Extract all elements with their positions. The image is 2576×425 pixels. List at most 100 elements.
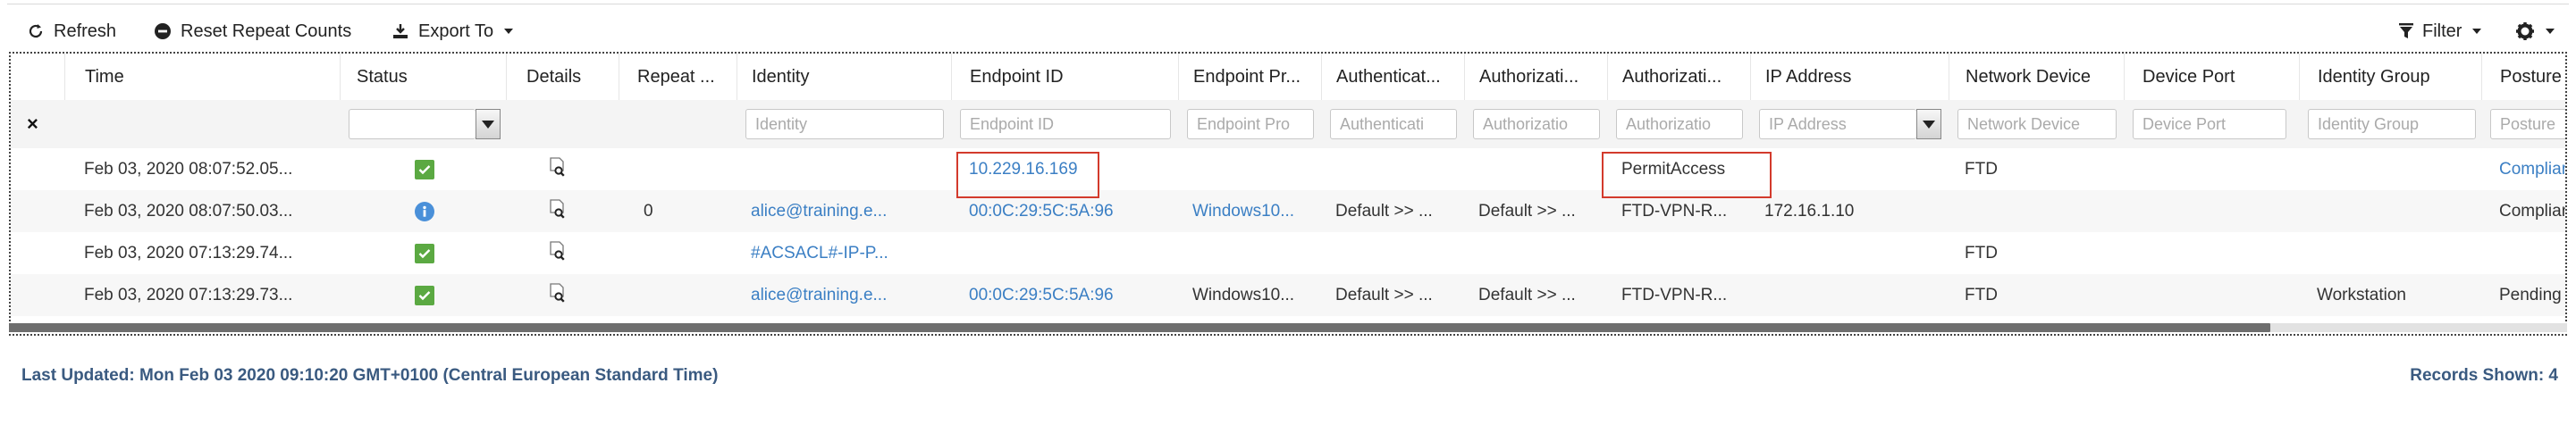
column-header-authentication[interactable]: Authenticat... xyxy=(1321,54,1464,100)
export-to-label: Export To xyxy=(418,21,494,41)
authz-policy-cell xyxy=(1464,148,1607,190)
reset-repeat-counts-button[interactable]: Reset Repeat Counts xyxy=(154,20,351,43)
settings-button[interactable] xyxy=(2515,20,2555,43)
check-icon xyxy=(415,159,434,179)
authz-policy-filter-input[interactable]: Authorizatio xyxy=(1473,109,1600,139)
device-port-filter-input[interactable]: Device Port xyxy=(2133,109,2286,139)
network-device-cell: FTD xyxy=(1965,285,1998,304)
authz-profile-filter-input[interactable]: Authorizatio xyxy=(1616,109,1743,139)
column-header-authz-profile[interactable]: Authorizati... xyxy=(1607,54,1750,100)
horizontal-scrollbar[interactable] xyxy=(9,323,2270,332)
authz-profile-cell: FTD-VPN-R... xyxy=(1621,285,1728,304)
authentication-cell xyxy=(1321,232,1464,274)
endpoint-id-cell[interactable]: 00:0C:29:5C:5A:96 xyxy=(951,274,1178,316)
filter-button[interactable]: Filter xyxy=(2399,20,2482,43)
table-header: Time Status Details Repeat ... Identity … xyxy=(11,54,2565,101)
column-header-posture[interactable]: Posture S xyxy=(2481,54,2565,100)
endpoint-id-filter-input[interactable]: Endpoint ID xyxy=(960,109,1171,139)
status-cell xyxy=(340,148,506,190)
ip-address-filter: IP Address xyxy=(1750,100,1949,148)
identity-cell[interactable] xyxy=(737,148,951,190)
export-to-button[interactable]: Export To xyxy=(391,20,514,43)
ip-address-filter-input[interactable]: IP Address xyxy=(1759,109,1916,139)
posture-filter-input[interactable]: Posture xyxy=(2490,109,2565,139)
device-port-cell xyxy=(2124,274,2299,316)
column-header-repeat[interactable]: Repeat ... xyxy=(619,54,737,100)
details-icon[interactable] xyxy=(549,282,567,308)
identity-group-cell: Workstation xyxy=(2317,285,2406,304)
toolbar: Refresh Reset Repeat Counts Export To Fi… xyxy=(0,0,2576,54)
endpoint-profile-filter-input[interactable]: Endpoint Pro xyxy=(1187,109,1314,139)
network-device-cell: FTD xyxy=(1965,159,1998,179)
identity-cell[interactable]: alice@training.e... xyxy=(737,274,951,316)
minus-circle-icon xyxy=(154,22,172,40)
column-header-time[interactable]: Time xyxy=(64,54,340,100)
details-cell xyxy=(506,190,619,232)
export-icon xyxy=(391,22,409,40)
table-row[interactable]: Feb 03, 2020 07:13:29.74... #ACSACL#-IP-… xyxy=(11,232,2565,274)
repeat-cell: 0 xyxy=(644,201,653,221)
ip-address-cell xyxy=(1750,148,1949,190)
ip-address-filter-dropdown[interactable] xyxy=(1916,109,1941,139)
posture-cell[interactable]: Complian xyxy=(2481,148,2565,190)
status-filter-dropdown[interactable] xyxy=(476,109,501,139)
table-row[interactable]: Feb 03, 2020 08:07:52.05... 10.229.16.16… xyxy=(11,148,2565,190)
last-updated-text: Last Updated: Mon Feb 03 2020 09:10:20 G… xyxy=(21,366,719,385)
posture-cell: Complian xyxy=(2499,201,2567,221)
time-cell: Feb 03, 2020 08:07:50.03... xyxy=(84,201,293,221)
identity-cell[interactable]: #ACSACL#-IP-P... xyxy=(737,232,951,274)
details-icon[interactable] xyxy=(549,198,567,224)
column-header-endpoint-id[interactable]: Endpoint ID xyxy=(951,54,1178,100)
endpoint-profile-cell[interactable] xyxy=(1178,232,1321,274)
identity-group-filter-input[interactable]: Identity Group xyxy=(2308,109,2476,139)
identity-group-cell xyxy=(2299,148,2481,190)
details-cell xyxy=(506,148,619,190)
clear-filters-button[interactable]: × xyxy=(11,100,64,148)
table-row[interactable]: Feb 03, 2020 07:13:29.73... alice@traini… xyxy=(11,274,2565,316)
identity-cell[interactable]: alice@training.e... xyxy=(737,190,951,232)
authz-profile-cell xyxy=(1607,232,1750,274)
column-header-status[interactable]: Status xyxy=(340,54,506,100)
status-cell xyxy=(340,232,506,274)
scrollbar-track xyxy=(2270,323,2567,332)
authz-policy-cell: Default >> ... xyxy=(1478,201,1576,221)
check-icon xyxy=(415,285,434,305)
posture-cell xyxy=(2481,232,2565,274)
refresh-label: Refresh xyxy=(54,21,117,41)
table-row[interactable]: Feb 03, 2020 08:07:50.03... 0 alice@trai… xyxy=(11,190,2567,232)
posture-cell: Pending xyxy=(2499,285,2562,304)
ip-address-cell xyxy=(1750,232,1949,274)
identity-filter-input[interactable]: Identity xyxy=(745,109,944,139)
endpoint-profile-cell[interactable] xyxy=(1178,148,1321,190)
live-logs-table: Time Status Details Repeat ... Identity … xyxy=(9,52,2567,336)
status-cell xyxy=(340,190,506,232)
column-header-endpoint-profile[interactable]: Endpoint Pr... xyxy=(1178,54,1321,100)
time-cell: Feb 03, 2020 08:07:52.05... xyxy=(84,159,293,179)
endpoint-id-cell[interactable] xyxy=(951,232,1178,274)
time-cell: Feb 03, 2020 07:13:29.74... xyxy=(84,243,293,262)
repeat-cell xyxy=(619,148,737,190)
refresh-button[interactable]: Refresh xyxy=(27,20,116,43)
details-icon[interactable] xyxy=(549,240,567,266)
column-header-authz-policy[interactable]: Authorizati... xyxy=(1464,54,1607,100)
reset-repeat-counts-label: Reset Repeat Counts xyxy=(181,21,352,41)
column-header-identity-group[interactable]: Identity Group xyxy=(2299,54,2481,100)
details-cell xyxy=(506,232,619,274)
chevron-down-icon xyxy=(2546,29,2555,34)
endpoint-profile-cell[interactable]: Windows10... xyxy=(1178,190,1321,232)
identity-group-cell xyxy=(2299,232,2481,274)
authentication-cell: Default >> ... xyxy=(1335,285,1433,304)
status-filter-select[interactable] xyxy=(349,109,476,139)
info-icon xyxy=(415,201,434,221)
authentication-filter-input[interactable]: Authenticati xyxy=(1330,109,1457,139)
column-header-identity[interactable]: Identity xyxy=(737,54,951,100)
authz-profile-highlight xyxy=(1602,152,1772,198)
column-header-device-port[interactable]: Device Port xyxy=(2124,54,2299,100)
column-header-ip-address[interactable]: IP Address xyxy=(1750,54,1949,100)
column-header-network-device[interactable]: Network Device xyxy=(1949,54,2124,100)
network-device-filter-input[interactable]: Network Device xyxy=(1957,109,2117,139)
check-icon xyxy=(415,243,434,263)
network-device-cell: FTD xyxy=(1965,243,1998,262)
column-header-details[interactable]: Details xyxy=(506,54,619,100)
details-icon[interactable] xyxy=(549,156,567,182)
